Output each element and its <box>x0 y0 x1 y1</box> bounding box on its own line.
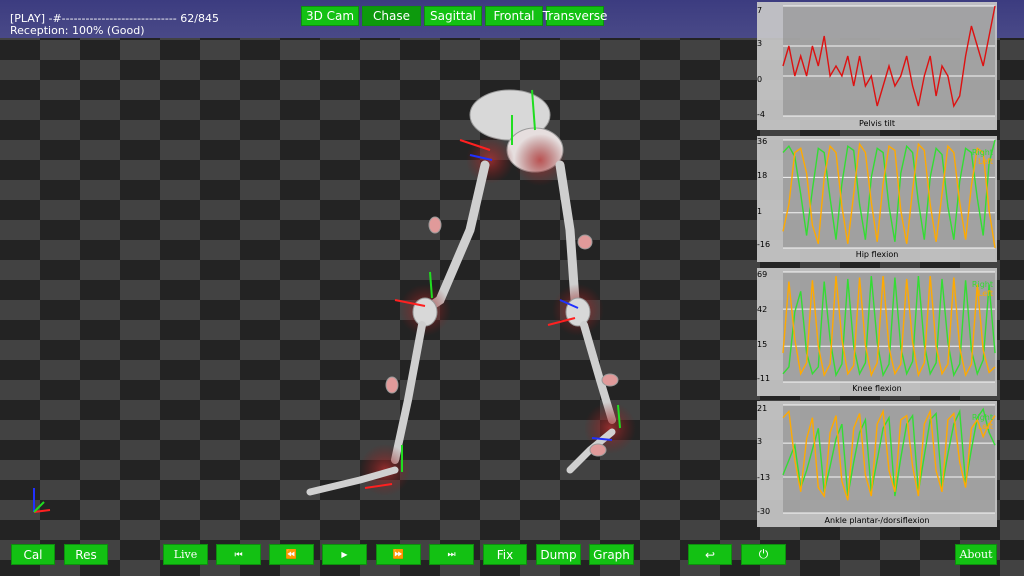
fast-forward-button[interactable]: ⏩ <box>376 544 421 565</box>
y-tick: -16 <box>757 240 771 249</box>
reset-button[interactable]: Res <box>64 544 108 565</box>
y-tick: 3 <box>757 39 763 48</box>
plot-area <box>783 6 995 116</box>
power-button[interactable]: ⏻ <box>741 544 786 565</box>
ankle-plantar-dorsiflexion-plot <box>757 401 997 527</box>
reception-status: Reception: 100% (Good) <box>10 24 145 37</box>
rewind-icon: ⏪ <box>285 549 298 560</box>
legend-right: Right <box>971 413 993 422</box>
legend-right: Right <box>971 280 993 289</box>
chart-title: Hip flexion <box>855 250 899 259</box>
undo-button[interactable]: ↩ <box>688 544 732 565</box>
knee-flexion-plot <box>757 268 997 396</box>
hip-flexion-plot <box>757 136 997 262</box>
graph-button[interactable]: Graph <box>589 544 634 565</box>
skip-forward-button[interactable]: ⏭ <box>429 544 474 565</box>
rewind-button[interactable]: ⏪ <box>269 544 314 565</box>
legend-left: Left <box>977 157 993 166</box>
y-tick: -4 <box>757 110 765 119</box>
power-icon: ⏻ <box>758 547 769 561</box>
pelvis-tilt-chart: Pelvis tilt 7 3 0 -4 <box>757 2 997 130</box>
y-tick: -13 <box>757 473 771 482</box>
y-tick: 42 <box>757 305 768 314</box>
calibrate-button[interactable]: Cal <box>11 544 55 565</box>
chart-title: Ankle plantar-/dorsiflexion <box>824 516 930 525</box>
y-tick: -30 <box>757 507 771 516</box>
ankle-plantar-dorsiflexion-chart: Ankle plantar-/dorsiflexion 21 3 -13 -30… <box>757 401 997 527</box>
fix-button[interactable]: Fix <box>483 544 527 565</box>
y-tick: 15 <box>757 340 768 349</box>
y-tick: 69 <box>757 270 768 279</box>
y-tick: 1 <box>757 207 763 216</box>
about-button[interactable]: About <box>955 544 997 565</box>
live-button[interactable]: Live <box>163 544 208 565</box>
chart-title: Knee flexion <box>852 384 902 393</box>
view-transverse-button[interactable]: Transverse <box>543 6 607 26</box>
y-tick: 18 <box>757 171 768 180</box>
y-tick: 3 <box>757 437 763 446</box>
undo-icon: ↩ <box>704 547 716 562</box>
y-tick: 36 <box>757 137 768 146</box>
fast-forward-icon: ⏩ <box>392 549 405 560</box>
legend-right: Right <box>971 148 993 157</box>
play-button[interactable]: ▶ <box>322 544 367 565</box>
pelvis-tilt-plot <box>757 2 997 130</box>
view-3d-cam-button[interactable]: 3D Cam <box>301 6 359 26</box>
chart-title: Pelvis tilt <box>858 119 896 128</box>
hip-flexion-chart: Hip flexion 36 18 1 -16 Right Left <box>757 136 997 262</box>
skip-back-button[interactable]: ⏮ <box>216 544 261 565</box>
y-tick: 7 <box>757 6 763 15</box>
dump-button[interactable]: Dump <box>536 544 581 565</box>
play-icon: ▶ <box>341 550 348 559</box>
knee-flexion-chart: Knee flexion 69 42 15 -11 Right Left <box>757 268 997 396</box>
view-frontal-button[interactable]: Frontal <box>485 6 543 26</box>
y-tick: 21 <box>757 404 768 413</box>
y-tick: -11 <box>757 374 771 383</box>
skip-back-icon: ⏮ <box>234 549 243 560</box>
view-sagittal-button[interactable]: Sagittal <box>424 6 482 26</box>
legend-left: Left <box>977 422 993 431</box>
view-chase-button[interactable]: Chase <box>362 6 421 26</box>
legend-left: Left <box>977 289 993 298</box>
y-tick: 0 <box>757 75 763 84</box>
skip-forward-icon: ⏭ <box>447 549 456 560</box>
